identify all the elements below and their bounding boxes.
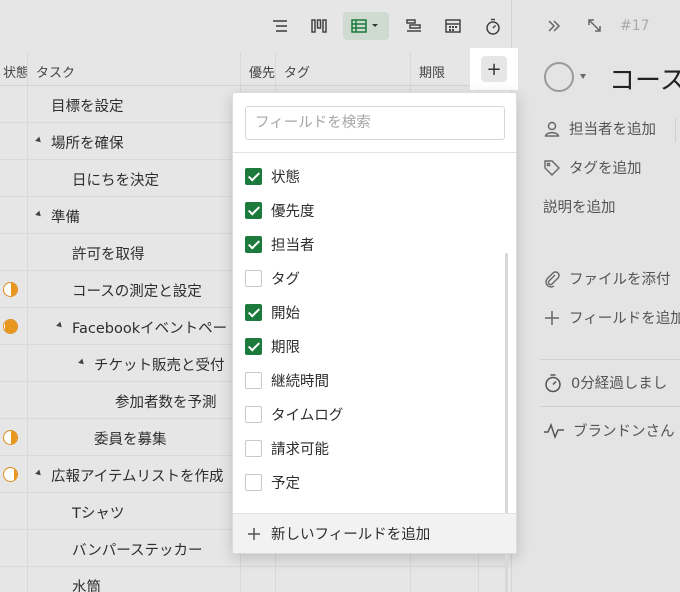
collapse-caret-icon[interactable] bbox=[35, 469, 43, 478]
gantt-view-icon[interactable] bbox=[400, 12, 428, 40]
plus-icon bbox=[545, 310, 559, 325]
field-option[interactable]: 状態 bbox=[245, 163, 300, 189]
board-view-icon[interactable] bbox=[305, 12, 333, 40]
list-view-icon[interactable] bbox=[266, 12, 294, 40]
add-description-button[interactable]: 説明を追加 bbox=[543, 196, 616, 217]
task-name[interactable]: 広報アイテムリストを作成 bbox=[51, 465, 224, 486]
table-header: 状態 タスク 優先 タグ 期限 bbox=[0, 52, 512, 86]
collapse-caret-icon[interactable] bbox=[78, 358, 86, 367]
paperclip-icon bbox=[545, 270, 560, 288]
status-circle[interactable] bbox=[544, 62, 574, 92]
column-header-status[interactable]: 状態 bbox=[3, 62, 29, 81]
field-label: 予定 bbox=[271, 475, 300, 492]
field-option[interactable]: タグ bbox=[245, 265, 300, 291]
time-tracking[interactable]: 0分経過しまし bbox=[543, 372, 667, 393]
column-header-priority[interactable]: 優先 bbox=[249, 62, 275, 81]
column-header-due[interactable]: 期限 bbox=[419, 62, 445, 81]
field-checkbox[interactable] bbox=[245, 167, 262, 185]
expand-panel-icon[interactable] bbox=[547, 18, 561, 37]
fullscreen-icon[interactable] bbox=[587, 18, 602, 37]
field-checkbox[interactable] bbox=[245, 371, 262, 389]
add-field-link[interactable]: フィールドを追加 bbox=[543, 307, 680, 328]
task-id: #17 bbox=[620, 18, 650, 34]
task-detail-panel: #17 コース 担当者を追加 タグを追加 説明を追加 ファイルを添付 フィールド… bbox=[513, 0, 680, 592]
task-name[interactable]: 水筒 bbox=[72, 576, 101, 592]
field-search-input[interactable] bbox=[245, 106, 505, 140]
person-icon bbox=[544, 121, 560, 137]
attach-file-button[interactable]: ファイルを添付 bbox=[543, 268, 671, 289]
collapse-caret-icon[interactable] bbox=[35, 136, 43, 145]
plus-icon[interactable]: + bbox=[481, 56, 507, 82]
field-selector-popover: 状態優先度担当者タグ開始期限継続時間タイムログ請求可能予定 新しいフィールドを追… bbox=[232, 92, 517, 592]
task-name[interactable]: Tシャツ bbox=[72, 502, 124, 523]
stopwatch-icon bbox=[545, 373, 561, 392]
status-progress-icon[interactable] bbox=[3, 319, 18, 334]
timer-icon[interactable] bbox=[479, 12, 507, 40]
task-name[interactable]: 日にちを決定 bbox=[72, 169, 159, 190]
divider bbox=[233, 152, 516, 153]
field-label: タイムログ bbox=[271, 407, 344, 424]
field-checkbox[interactable] bbox=[245, 473, 262, 491]
field-option[interactable]: 優先度 bbox=[245, 197, 315, 223]
status-progress-icon[interactable] bbox=[3, 282, 18, 297]
field-label: 開始 bbox=[271, 305, 300, 322]
field-option[interactable]: 期限 bbox=[245, 333, 300, 359]
field-option[interactable]: 担当者 bbox=[245, 231, 315, 257]
task-name[interactable]: 場所を確保 bbox=[51, 132, 124, 153]
activity-entry: ブランドンさん bbox=[543, 420, 675, 441]
add-tag-button[interactable]: タグを追加 bbox=[543, 157, 642, 178]
field-checkbox[interactable] bbox=[245, 405, 262, 423]
field-label: 継続時間 bbox=[271, 373, 329, 390]
field-checkbox[interactable] bbox=[245, 303, 262, 321]
field-option[interactable]: 開始 bbox=[245, 299, 300, 325]
calendar-view-icon[interactable] bbox=[439, 12, 467, 40]
field-option[interactable]: 請求可能 bbox=[245, 435, 329, 461]
plus-icon bbox=[248, 527, 260, 540]
column-header-task[interactable]: タスク bbox=[36, 62, 75, 81]
field-option[interactable]: 予定 bbox=[245, 469, 300, 495]
table-row[interactable]: 水筒 bbox=[0, 567, 512, 592]
task-name[interactable]: 許可を取得 bbox=[72, 243, 145, 264]
collapse-caret-icon[interactable] bbox=[35, 210, 43, 219]
status-dropdown-caret-icon[interactable] bbox=[580, 74, 586, 79]
field-label: 担当者 bbox=[271, 237, 315, 254]
field-checkbox[interactable] bbox=[245, 337, 262, 355]
field-checkbox[interactable] bbox=[245, 235, 262, 253]
field-option[interactable]: 継続時間 bbox=[245, 367, 329, 393]
task-name[interactable]: Facebookイベントペー bbox=[72, 317, 227, 338]
view-toolbar bbox=[0, 0, 512, 52]
column-header-tags[interactable]: タグ bbox=[284, 62, 310, 81]
field-label: 状態 bbox=[271, 169, 300, 186]
task-name[interactable]: チケット販売と受付 bbox=[94, 354, 225, 375]
field-option[interactable]: タイムログ bbox=[245, 401, 343, 427]
task-name[interactable]: コースの測定と設定 bbox=[72, 280, 202, 301]
add-column-button[interactable]: + bbox=[470, 48, 518, 90]
activity-icon bbox=[544, 422, 564, 439]
task-name[interactable]: 参加者数を予測 bbox=[115, 391, 217, 412]
task-name[interactable]: 目標を設定 bbox=[51, 95, 124, 116]
task-name[interactable]: 準備 bbox=[51, 206, 80, 227]
add-assignee-button[interactable]: 担当者を追加 bbox=[543, 118, 656, 139]
field-label: 優先度 bbox=[271, 203, 315, 220]
divider bbox=[540, 406, 680, 407]
tag-icon bbox=[544, 159, 560, 176]
add-new-field-button[interactable]: 新しいフィールドを追加 bbox=[233, 513, 516, 553]
task-name[interactable]: 委員を募集 bbox=[94, 428, 167, 449]
field-checkbox[interactable] bbox=[245, 269, 262, 287]
field-checkbox[interactable] bbox=[245, 201, 262, 219]
task-name[interactable]: バンパーステッカー bbox=[72, 539, 203, 560]
table-view-icon[interactable] bbox=[343, 12, 389, 40]
collapse-caret-icon[interactable] bbox=[56, 321, 64, 330]
field-label: タグ bbox=[271, 271, 300, 288]
separator bbox=[675, 118, 676, 142]
divider bbox=[540, 359, 680, 360]
field-checkbox[interactable] bbox=[245, 439, 262, 457]
task-title[interactable]: コース bbox=[609, 60, 680, 97]
status-progress-icon[interactable] bbox=[3, 467, 18, 482]
field-label: 期限 bbox=[271, 339, 300, 356]
status-progress-icon[interactable] bbox=[3, 430, 18, 445]
field-label: 請求可能 bbox=[271, 441, 329, 458]
